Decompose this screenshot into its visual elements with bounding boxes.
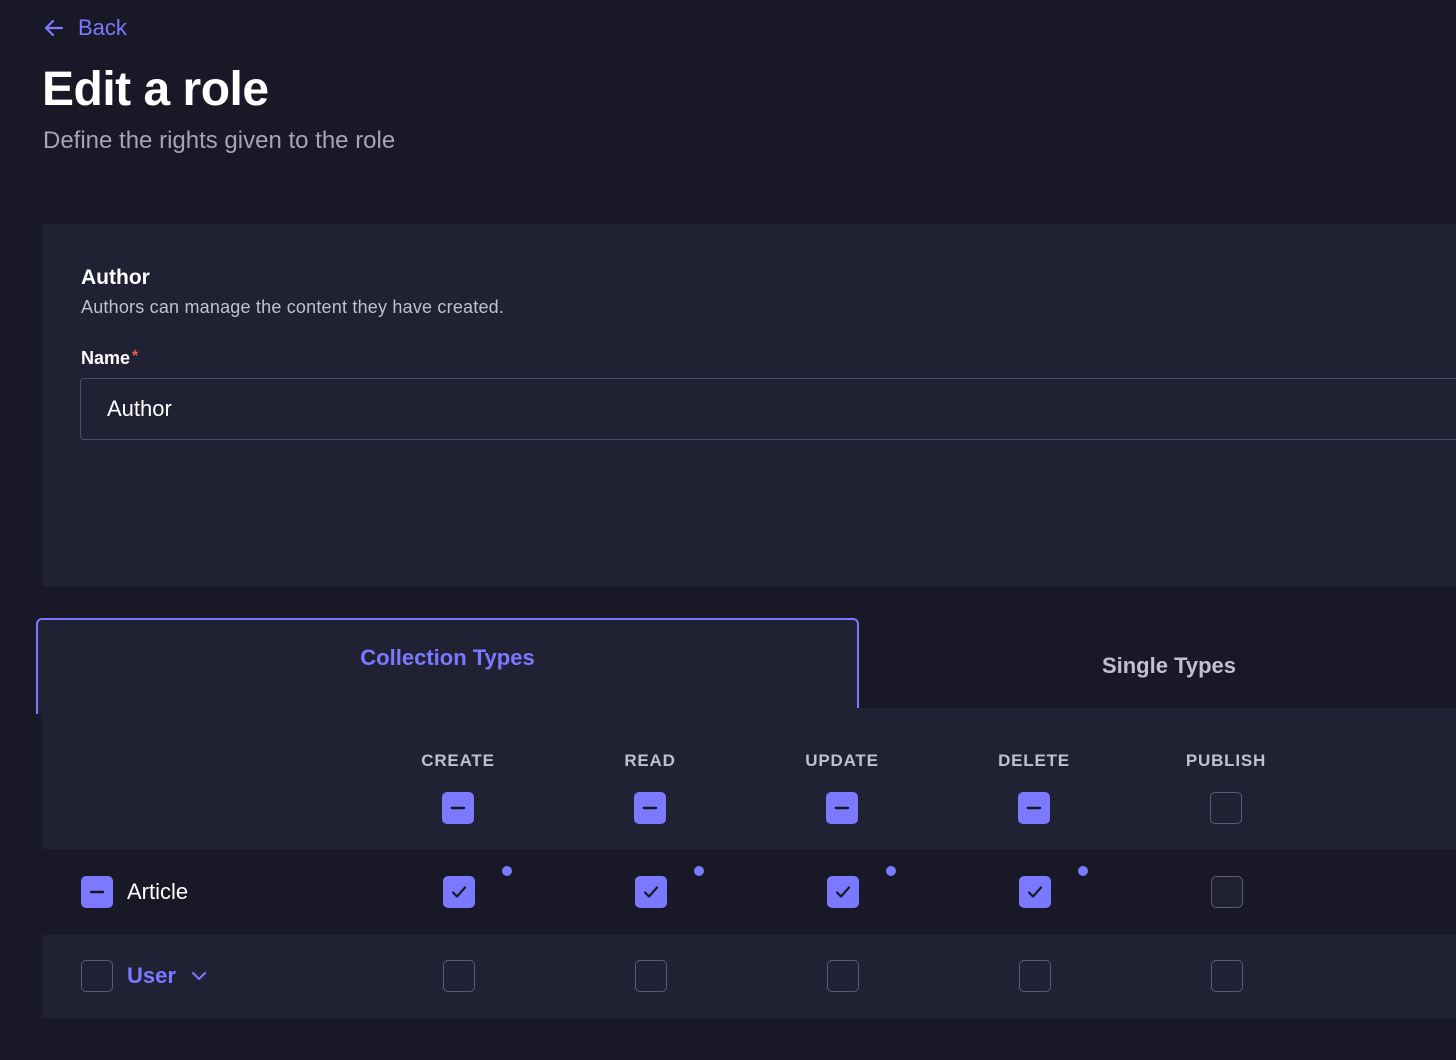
arrow-left-icon bbox=[44, 19, 64, 37]
article-update-checkbox[interactable] bbox=[827, 876, 859, 908]
permissions-header: CREATE READ UPDATE DELETE PUBLISH bbox=[42, 708, 1456, 849]
column-header-read: READ bbox=[624, 751, 676, 770]
minus-icon bbox=[450, 806, 466, 810]
article-update-condition-dot bbox=[886, 866, 896, 876]
user-row-label: User bbox=[127, 963, 176, 988]
user-read-checkbox[interactable] bbox=[635, 960, 667, 992]
page-title: Edit a role bbox=[42, 63, 269, 116]
name-label-text: Name bbox=[81, 348, 131, 368]
permission-row-user: User bbox=[42, 935, 1456, 1018]
chevron-down-icon bbox=[191, 972, 206, 980]
user-row-checkbox[interactable] bbox=[81, 960, 113, 992]
minus-icon bbox=[89, 890, 105, 894]
column-header-delete: DELETE bbox=[998, 751, 1070, 770]
tab-collection-types[interactable]: Collection Types bbox=[36, 618, 859, 714]
role-details-card: Author Authors can manage the content th… bbox=[42, 224, 1456, 586]
checkmark-icon bbox=[643, 886, 659, 898]
column-header-create: CREATE bbox=[421, 751, 495, 770]
checkmark-icon bbox=[835, 886, 851, 898]
article-row-label: Article bbox=[127, 879, 189, 904]
role-name-heading: Author bbox=[81, 266, 150, 289]
article-publish-checkbox[interactable] bbox=[1211, 876, 1243, 908]
article-create-checkbox[interactable] bbox=[443, 876, 475, 908]
name-field-label: Name * bbox=[81, 348, 138, 369]
select-all-delete-checkbox[interactable] bbox=[1018, 792, 1050, 824]
minus-icon bbox=[834, 806, 850, 810]
tab-collection-types-label: Collection Types bbox=[360, 645, 535, 670]
column-header-update: UPDATE bbox=[805, 751, 879, 770]
required-marker: * bbox=[132, 348, 139, 365]
checkmark-icon bbox=[1027, 886, 1043, 898]
select-all-create-checkbox[interactable] bbox=[442, 792, 474, 824]
back-label: Back bbox=[78, 15, 127, 40]
user-delete-checkbox[interactable] bbox=[1019, 960, 1051, 992]
user-publish-checkbox[interactable] bbox=[1211, 960, 1243, 992]
minus-icon bbox=[1026, 806, 1042, 810]
user-create-checkbox[interactable] bbox=[443, 960, 475, 992]
article-create-condition-dot bbox=[502, 866, 512, 876]
article-delete-checkbox[interactable] bbox=[1019, 876, 1051, 908]
article-read-condition-dot bbox=[694, 866, 704, 876]
article-row-checkbox[interactable] bbox=[81, 876, 113, 908]
page-subtitle: Define the rights given to the role bbox=[43, 127, 396, 154]
article-delete-condition-dot bbox=[1078, 866, 1088, 876]
permission-row-article: Article bbox=[42, 849, 1456, 935]
tab-single-types[interactable]: Single Types bbox=[859, 624, 1456, 709]
tab-single-types-label: Single Types bbox=[1101, 653, 1237, 678]
role-description: Authors can manage the content they have… bbox=[81, 297, 505, 317]
checkmark-icon bbox=[451, 886, 467, 898]
minus-icon bbox=[642, 806, 658, 810]
article-read-checkbox[interactable] bbox=[635, 876, 667, 908]
back-link[interactable]: Back bbox=[42, 14, 127, 42]
select-all-read-checkbox[interactable] bbox=[634, 792, 666, 824]
select-all-update-checkbox[interactable] bbox=[826, 792, 858, 824]
user-update-checkbox[interactable] bbox=[827, 960, 859, 992]
column-header-publish: PUBLISH bbox=[1185, 751, 1267, 770]
user-row-toggle[interactable]: User bbox=[127, 963, 208, 989]
role-name-input[interactable] bbox=[80, 378, 1456, 440]
select-all-publish-checkbox[interactable] bbox=[1210, 792, 1242, 824]
permissions-panel: CREATE READ UPDATE DELETE PUBLISH Articl… bbox=[42, 708, 1456, 1018]
